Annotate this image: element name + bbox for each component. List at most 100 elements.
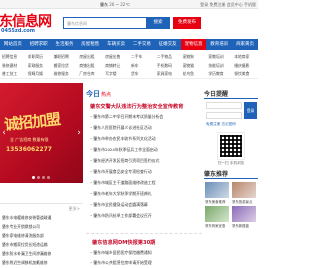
- news-item[interactable]: 肇东市举办农民丰收节系列文化活动: [90, 136, 202, 142]
- category-link[interactable]: 婚庆摄影: [234, 63, 249, 69]
- recommend-caption[interactable]: 肇东新楼盘: [232, 223, 257, 228]
- category-link[interactable]: 技能培训: [208, 63, 223, 69]
- banner-subline: 全 广告招商 数量有限: [10, 137, 49, 142]
- top-utility-bar: 肇东 26 ~ 22℃ 登录 免费注册 会员中心 手机版: [0, 0, 258, 9]
- title-underline: [204, 178, 258, 179]
- news-item[interactable]: 肇东人民医院开展义诊进社区活动: [90, 125, 202, 131]
- carousel-dots: [32, 176, 50, 179]
- news-item[interactable]: 肇东市2024年秋季征兵工作全面启动: [90, 147, 202, 153]
- main-nav: 网站首页 招聘求职 生活服务 房屋租售 车辆买卖 二手交易 征婚交友 宠物信息 …: [0, 39, 258, 50]
- qr-code: [217, 132, 245, 160]
- category-link[interactable]: 宠物狗: [183, 54, 194, 60]
- news-item[interactable]: 肇东市防汛抗旱工作部署会议召开: [90, 213, 202, 219]
- recommend-thumbnail[interactable]: [205, 206, 229, 222]
- category-link[interactable]: 家具家电: [157, 71, 172, 77]
- category-link[interactable]: 兼职招聘: [54, 54, 69, 60]
- news-item[interactable]: 肇东经济开发区招商引资项目签约仪式: [90, 158, 202, 164]
- post-free-button[interactable]: 免费发布: [173, 17, 201, 29]
- category-link[interactable]: 维修服务: [54, 71, 69, 77]
- recommend-caption[interactable]: 肇东旅游景点: [232, 199, 257, 204]
- category-link[interactable]: 装修建材: [2, 63, 17, 69]
- weather-text: 26 ~ 22℃: [109, 2, 130, 7]
- title-underline: [204, 98, 258, 99]
- news-item[interactable]: 肇东市全民健身运动会圆满落幕: [90, 202, 202, 208]
- nav-item[interactable]: 生活服务: [52, 39, 78, 50]
- chevron-left-icon[interactable]: ‹: [0, 127, 8, 139]
- category-link[interactable]: 二手物品: [157, 54, 172, 60]
- recommend-caption[interactable]: 肇东美食推荐: [205, 199, 230, 204]
- carousel-dot[interactable]: [32, 176, 35, 179]
- list-item[interactable]: 肇东家电维修清洗服务部: [2, 233, 82, 239]
- promo-banner[interactable]: 诚招加盟 全 广告招商 数量有限 13536062277 ‹ ›: [0, 83, 83, 183]
- category-link[interactable]: 招聘信息: [2, 54, 17, 60]
- recommend-title: 肇东推荐: [204, 171, 229, 178]
- nav-item[interactable]: 征婚交友: [155, 39, 181, 50]
- carousel-dot[interactable]: [42, 176, 45, 179]
- recommend-thumbnail[interactable]: [232, 182, 256, 198]
- chevron-right-icon[interactable]: ›: [75, 127, 83, 139]
- search-input[interactable]: 肇东信息网: [63, 17, 147, 29]
- banner-phone: 13536062277: [6, 146, 52, 153]
- nav-item[interactable]: 二手交易: [129, 39, 155, 50]
- site-logo[interactable]: 东信息网 0455zd.com: [0, 11, 62, 37]
- news-headline-2[interactable]: 肇东信息网DM快报第30期: [92, 239, 155, 246]
- register-links[interactable]: 免费注册 忘记密码: [206, 122, 236, 127]
- category-link[interactable]: 二手车: [131, 54, 142, 60]
- recommend-caption[interactable]: 肇东商家优惠: [205, 223, 230, 228]
- category-link[interactable]: 家教培训: [208, 54, 223, 60]
- nav-item[interactable]: 招聘求职: [26, 39, 52, 50]
- news-item[interactable]: 肇东市城乡居民医疗保险缴费通知: [90, 250, 202, 256]
- category-link[interactable]: 房屋出租: [79, 54, 94, 60]
- nav-item[interactable]: 教育培训: [206, 39, 232, 50]
- carousel-dot[interactable]: [37, 176, 40, 179]
- city-weather: 肇东 26 ~ 22℃: [100, 2, 130, 8]
- category-link[interactable]: 普工技工: [2, 71, 17, 77]
- nav-item[interactable]: 房屋租售: [77, 39, 103, 50]
- news-item[interactable]: 肇东市开展食品安全专项检查行动: [90, 169, 202, 175]
- category-link[interactable]: 商铺出租: [79, 63, 94, 69]
- category-link[interactable]: 餐饮美食: [234, 71, 249, 77]
- list-item[interactable]: 肇东防水补漏卫生间渗漏维修: [2, 251, 82, 257]
- news-item[interactable]: 肇东市公共租赁住房申请开始受理: [90, 260, 202, 266]
- category-link[interactable]: 学历教育: [208, 71, 223, 77]
- top-links[interactable]: 登录 免费注册 会员中心 手机版: [200, 2, 256, 8]
- news-item[interactable]: 肇东市第二中学召开期末考试质量分析会: [90, 114, 202, 120]
- news-headline[interactable]: 肇东交警大队违法行为整治安全宣传教育: [90, 103, 183, 110]
- password-field[interactable]: [206, 112, 242, 119]
- category-link[interactable]: 保姆月嫂: [28, 71, 43, 77]
- category-link[interactable]: 厂房仓库: [79, 71, 94, 77]
- category-link[interactable]: 手机数码: [157, 63, 172, 69]
- recommend-thumbnail[interactable]: [205, 182, 229, 198]
- category-link[interactable]: 货车: [131, 71, 139, 77]
- category-link[interactable]: 花鸟鱼: [183, 71, 194, 77]
- category-link[interactable]: 新车: [131, 63, 139, 69]
- nav-item[interactable]: 商家黄页: [232, 39, 258, 50]
- nav-item-active[interactable]: 宠物信息: [180, 39, 207, 50]
- news-title-main: 今日: [86, 90, 100, 98]
- list-item[interactable]: 肇东附近空调移机加氟维修: [2, 260, 82, 266]
- list-item[interactable]: 肇东水电暖维修安装管道疏通: [2, 215, 82, 221]
- search-button[interactable]: 搜索: [146, 17, 170, 29]
- nav-item[interactable]: 车辆买卖: [103, 39, 129, 50]
- nav-item[interactable]: 网站首页: [0, 39, 26, 50]
- news-item[interactable]: 肇东市城区主干道路面维修改造工程: [90, 180, 202, 186]
- login-button[interactable]: 登录: [244, 102, 257, 119]
- category-link[interactable]: 求职简历: [28, 54, 43, 60]
- more-link[interactable]: 更多>: [69, 206, 80, 212]
- category-link[interactable]: 写字楼: [105, 71, 116, 77]
- list-item[interactable]: 肇东市搬家拉货长短途运输: [2, 242, 82, 248]
- city-label[interactable]: 肇东: [100, 2, 108, 7]
- category-link[interactable]: 本地商家: [234, 54, 249, 60]
- category-link[interactable]: 房屋出售: [105, 54, 120, 60]
- recommend-thumbnail[interactable]: [232, 206, 256, 222]
- news-item[interactable]: 肇东市老年大学秋季学期开班典礼: [90, 191, 202, 197]
- category-link[interactable]: 家政服务: [28, 63, 43, 69]
- category-link[interactable]: 搬家拉货: [54, 63, 69, 69]
- list-item[interactable]: 肇东专业开锁换锁公司: [2, 224, 82, 230]
- category-link[interactable]: 宠物猫: [183, 63, 194, 69]
- service-list: 更多> 肇东水电暖维修安装管道疏通 肇东专业开锁换锁公司 肇东家电维修清洗服务部…: [0, 203, 83, 268]
- carousel-dot[interactable]: [47, 176, 50, 179]
- category-link[interactable]: 商铺转让: [105, 63, 120, 69]
- right-sidebar: 今日提醒 登录 免费注册 忘记密码 扫一扫 手机浏览 肇东推荐 肇东美食推荐 肇…: [204, 83, 258, 268]
- username-field[interactable]: [206, 102, 242, 109]
